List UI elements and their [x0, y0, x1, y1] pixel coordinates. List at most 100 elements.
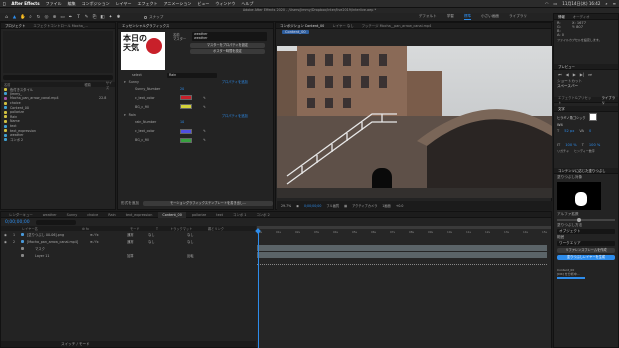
eg-select-dropdown[interactable]: Rain	[167, 72, 217, 78]
font-size-value[interactable]: 52 px	[564, 129, 574, 133]
tab-preview[interactable]: プレビュー	[558, 64, 575, 69]
rotate-tool-icon[interactable]: ↻	[36, 15, 41, 20]
col-trackmatte[interactable]: トラックマット	[170, 226, 200, 231]
prev-frame-icon[interactable]: ◀	[566, 72, 569, 77]
app-name[interactable]: After Effects	[11, 1, 39, 6]
brush-tool-icon[interactable]: ✎	[84, 15, 89, 20]
zoom-select[interactable]: 29.7%	[281, 204, 291, 208]
camera-icon[interactable]: ◉	[296, 204, 299, 208]
comp-breadcrumb[interactable]: Content_00	[282, 29, 309, 34]
region-icon[interactable]: ▦	[344, 204, 347, 208]
tab-effect-controls[interactable]: エフェクトコントロール Mocha_...	[33, 23, 87, 28]
hindi-digits-checkbox[interactable]: ヒンディー数字	[574, 149, 595, 153]
visibility-eye-icon[interactable]: ◉	[4, 233, 10, 237]
layer-mode-select[interactable]: 加算	[127, 253, 145, 258]
eraser-tool-icon[interactable]: ◧	[100, 15, 105, 20]
eg-format-label[interactable]: 形式を追加	[121, 201, 139, 206]
layer-switches[interactable]: ⊕ ⁄ fx	[90, 240, 124, 244]
col-size[interactable]: サイズ	[106, 80, 115, 90]
tab-essential-graphics[interactable]: エッセンシャルグラフィックス	[122, 23, 169, 28]
timeline-tab[interactable]: レンダーキュー	[5, 212, 37, 218]
col-t[interactable]: T	[156, 227, 162, 231]
tab-composition[interactable]: コンポジション Content_00	[280, 23, 324, 28]
pan-behind-tool-icon[interactable]: ⊕	[52, 15, 57, 20]
layer-row[interactable]: マスク	[1, 245, 256, 252]
rectangle-tool-icon[interactable]: ▭	[60, 15, 65, 20]
export-mogrt-button[interactable]: モーショングラフィックステンプレートを書き出し...	[142, 201, 273, 206]
timeline-tab[interactable]: choice	[83, 212, 102, 218]
comp-timecode[interactable]: 0;00;00;00	[304, 204, 321, 208]
eg-prop-color-swatch[interactable]	[180, 137, 192, 143]
alpha-slider[interactable]	[557, 218, 615, 222]
tab-libraries[interactable]: ライブラリ	[602, 95, 618, 105]
tracking-value[interactable]: 0	[589, 129, 591, 133]
eg-prop-color-swatch[interactable]	[180, 128, 192, 134]
layer-label-color[interactable]	[21, 240, 24, 243]
track-layer-2[interactable]	[257, 252, 547, 258]
ligature-checkbox[interactable]: リガチャ	[557, 149, 569, 153]
layer-mode-select[interactable]: 通常	[127, 239, 145, 244]
timeline-tab[interactable]: weather	[39, 212, 61, 218]
selection-tool-icon[interactable]: ▲	[12, 15, 17, 20]
layer-label-color[interactable]	[21, 254, 24, 257]
eyedropper-icon[interactable]: ✎	[203, 138, 206, 142]
layer-parent-select[interactable]: なし	[187, 232, 194, 237]
poster-time-button[interactable]: ポスター時間を設定	[190, 49, 265, 55]
tab-character[interactable]: 文字	[558, 106, 565, 111]
playhead[interactable]	[258, 230, 259, 348]
time-ruler[interactable]: 00s01s02s03s04s05s06s07s08s09s10s11s12s1…	[257, 230, 551, 236]
tab-audio[interactable]: オーディオ	[573, 14, 590, 19]
visibility-eye-icon[interactable]: ◉	[4, 240, 10, 244]
track-layer-1[interactable]	[257, 245, 547, 251]
switches-modes-toggle[interactable]: スイッチ / モード	[1, 341, 256, 347]
alpha-slider-handle[interactable]	[577, 218, 581, 222]
layer-label-color[interactable]	[21, 247, 24, 250]
tab-content-aware-fill[interactable]: コンテンツに応じた塗りつぶし	[558, 168, 606, 173]
clock[interactable]: 11月14日(木) 16:42	[562, 1, 600, 7]
menu-edit[interactable]: 編集	[68, 1, 76, 7]
battery-icon[interactable]: ▭	[554, 1, 558, 6]
menu-list-icon[interactable]: ≡	[613, 1, 616, 6]
next-frame-icon[interactable]: ▶|	[580, 72, 584, 77]
layer-name[interactable]: [塗りつぶし 00-06].png	[27, 232, 87, 237]
fill-color-swatch[interactable]	[588, 113, 597, 121]
menu-window[interactable]: ウィンドウ	[215, 1, 235, 7]
workspace-standard[interactable]: 標準	[463, 14, 472, 20]
eyedropper-icon[interactable]: ✎	[203, 105, 206, 109]
col-layer-name[interactable]: レイヤー名	[4, 226, 74, 231]
last-frame-icon[interactable]: ⏭	[588, 72, 592, 77]
layer-name[interactable]: マスク	[27, 246, 87, 251]
zoom-tool-icon[interactable]: ⌕	[28, 15, 33, 20]
layer-row[interactable]: Layer 11 加算 反転	[1, 252, 256, 259]
tab-effects-presets[interactable]: エフェクト&プリセット	[558, 95, 594, 105]
project-search-input[interactable]	[3, 75, 113, 80]
tab-layer[interactable]: レイヤー なし	[332, 23, 353, 28]
menu-effect[interactable]: エフェクト	[137, 1, 157, 7]
eg-add-props-link[interactable]: プロパティを追加	[222, 113, 248, 118]
eg-prop-color-swatch[interactable]	[180, 95, 192, 101]
comp-viewer-frame[interactable]	[277, 46, 552, 198]
timeline-tab[interactable]: コンポ 2	[252, 212, 273, 218]
play-icon[interactable]: ▶	[573, 72, 576, 77]
eg-prop-number[interactable]: 20	[180, 87, 184, 91]
set-master-props-button[interactable]: マスターをプロパティを設定	[190, 43, 265, 49]
view-select[interactable]: 1画面	[382, 203, 390, 208]
timeline-track-area[interactable]: 00s01s02s03s04s05s06s07s08s09s10s11s12s1…	[255, 226, 551, 348]
layer-search-input[interactable]	[35, 219, 76, 225]
layer-name[interactable]: Layer 11	[27, 254, 87, 258]
shortcut-select[interactable]: スペースバー	[554, 84, 618, 89]
col-mode[interactable]: モード	[130, 226, 148, 231]
menu-layer[interactable]: レイヤー	[116, 1, 132, 7]
menu-composition[interactable]: コンポジション	[82, 1, 110, 7]
workspace-small-screen[interactable]: 小さい画面	[481, 14, 499, 20]
timeline-timecode[interactable]: 0;00;00;00	[5, 220, 30, 225]
menu-file[interactable]: ファイル	[46, 1, 62, 7]
layer-row[interactable]: ◉ 2 [Mocha_pan_arrow_canal.mp4] ⊕ ⁄ fx 通常 なしな…	[1, 238, 256, 245]
pen-tool-icon[interactable]: ✒	[68, 15, 73, 20]
timeline-tab[interactable]: pollarize	[188, 212, 210, 218]
wifi-icon[interactable]: ◠	[545, 1, 549, 6]
work-area-bar[interactable]	[257, 226, 551, 229]
layer-parent-select[interactable]: なし	[187, 239, 194, 244]
snap-toggle[interactable]: スナップ	[144, 15, 163, 20]
tab-project[interactable]: プロジェクト	[5, 23, 25, 28]
